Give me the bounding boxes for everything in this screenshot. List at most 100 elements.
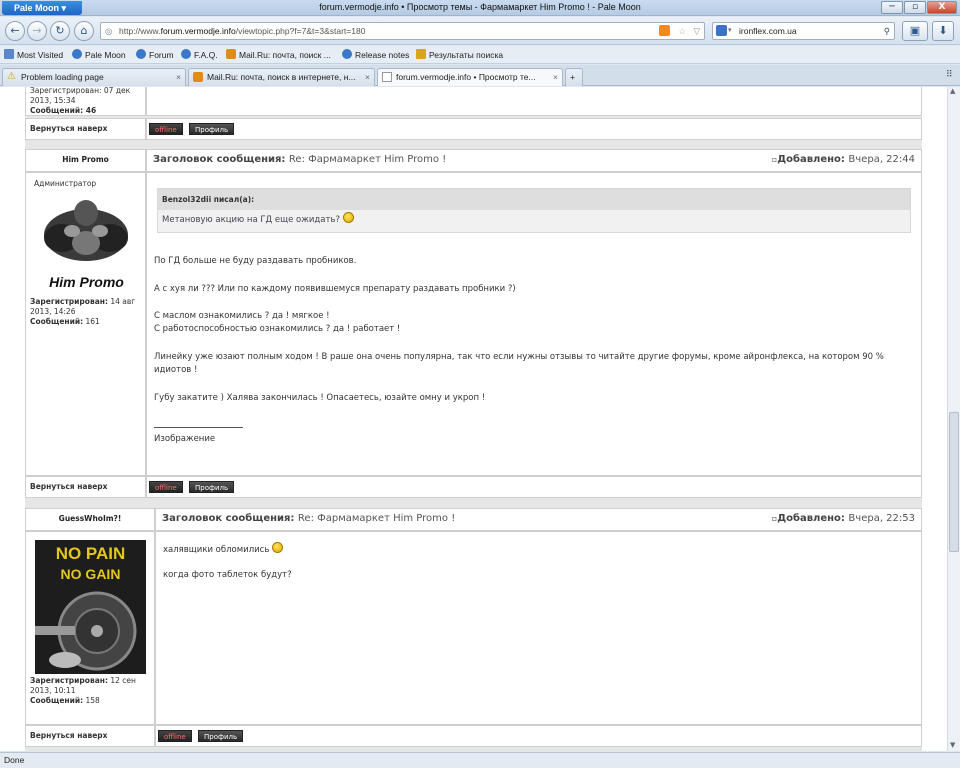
registered-line: Зарегистрирован: 07 дек	[30, 87, 131, 95]
url-rest: /viewtopic.php?f=7&t=3&start=180	[235, 26, 366, 36]
url-input[interactable]: ◎ http://www.forum.vermodje.info/viewtopi…	[100, 22, 705, 40]
weight-plate-image	[35, 591, 137, 671]
bookmark-label: Most Visited	[17, 50, 64, 60]
message-count: 161	[85, 317, 100, 326]
tab-label: Mail.Ru: почта, поиск в интернете, н...	[207, 72, 356, 82]
forum-table: Зарегистрирован: 07 дек 2013, 15:34 Сооб…	[25, 87, 922, 751]
avatar-text-line1: NO PAIN	[55, 544, 126, 563]
avatar	[32, 193, 140, 273]
post-author-name[interactable]: Him Promo	[25, 149, 146, 172]
minimize-button[interactable]: ─	[881, 1, 903, 14]
avatar: NO PAIN NO GAIN	[35, 540, 146, 674]
registered-date-2: 2013, 10:11	[30, 686, 76, 695]
profile-button[interactable]: Профиль	[189, 481, 235, 493]
post-line: А с хуя ли ??? Или по каждому появившему…	[154, 284, 516, 294]
post-body-partial	[146, 87, 922, 116]
bookmark-forum[interactable]: Forum	[136, 46, 174, 64]
subject-text[interactable]: Re: Фармамаркет Him Promo !	[298, 513, 455, 524]
post-line: Линейку уже юзают полным ходом ! В раше …	[154, 352, 884, 362]
author-panel: Администратор Him Promo Зарегистрирован:…	[25, 172, 146, 476]
new-tab-button[interactable]: +	[565, 68, 583, 86]
mailru-icon	[226, 49, 236, 59]
quote-author: Benzol32dii писал(а):	[158, 189, 910, 210]
bookmark-pale-moon[interactable]: Pale Moon	[72, 46, 126, 64]
post-actions: offline Профиль	[146, 118, 922, 140]
bookmark-release-notes[interactable]: Release notes	[342, 46, 409, 64]
subject-text[interactable]: Re: Фармамаркет Him Promo !	[289, 154, 446, 165]
rss-icon[interactable]	[659, 25, 670, 36]
folder-icon	[4, 49, 14, 59]
registered-date-1: 12 сен	[110, 676, 136, 685]
url-host: forum.vermodje.info	[160, 26, 236, 36]
registered-label: Зарегистрирован:	[30, 676, 108, 685]
post-author-name[interactable]: GuessWhoIm?!	[25, 508, 155, 531]
puzzle-icon	[416, 49, 426, 59]
back-to-top-link[interactable]: Вернуться наверх	[25, 476, 146, 498]
search-engine-dropdown-icon[interactable]: ▾	[728, 23, 732, 39]
profile-button[interactable]: Профиль	[198, 730, 244, 742]
messages-label: Сообщений:	[30, 696, 84, 705]
post-line: халявщики обломились	[163, 545, 270, 555]
post-body: Benzol32dii писал(а): Метановую акцию на…	[146, 172, 922, 476]
tab-problem-loading[interactable]: ⚠ Problem loading page ×	[2, 68, 186, 86]
page-icon	[382, 72, 392, 82]
post-line: когда фото таблеток будут?	[163, 570, 292, 580]
bookmark-label: Результаты поиска	[429, 50, 504, 60]
search-engine-icon[interactable]	[716, 25, 727, 36]
tab-close-icon[interactable]: ×	[553, 69, 558, 85]
forward-arrow-icon[interactable]: →	[27, 21, 47, 41]
tab-label: Problem loading page	[21, 72, 104, 82]
search-icon[interactable]: ⚲	[884, 23, 890, 39]
home-icon[interactable]: ⌂	[74, 21, 94, 41]
url-dropdown-icon[interactable]: ▽	[693, 23, 700, 39]
bodybuilder-avatar-image	[44, 200, 128, 261]
window-title: forum.vermodje.info • Просмотр темы - Фа…	[319, 2, 641, 12]
back-to-top-link[interactable]: Вернуться наверх	[25, 118, 146, 140]
post-line: идиотов !	[154, 365, 198, 375]
bookmark-most-visited[interactable]: Most Visited	[4, 46, 63, 64]
post-line-wrap: халявщики обломились	[163, 542, 284, 557]
back-to-top-link[interactable]: Вернуться наверх	[25, 725, 155, 747]
signature-image-link[interactable]: Изображение	[154, 433, 215, 446]
added-time: Вчера, 22:53	[848, 513, 915, 524]
offline-badge: offline	[158, 730, 192, 742]
search-input[interactable]: ▾ ironflex.com.ua ⚲	[712, 22, 895, 40]
reload-icon[interactable]: ↻	[50, 21, 70, 41]
navigation-toolbar: ← → ↻ ⌂ ◎ http://www.forum.vermodje.info/…	[0, 17, 960, 45]
maximize-button[interactable]: ▫	[904, 1, 926, 14]
addons-button[interactable]: ▣	[902, 21, 928, 41]
bookmark-search-results[interactable]: Результаты поиска	[416, 46, 503, 64]
registered-label: Зарегистрирован:	[30, 297, 108, 306]
tab-mailru[interactable]: Mail.Ru: почта, поиск в интернете, н... …	[188, 68, 375, 86]
post-added: ▫Добавлено: Вчера, 22:53	[772, 509, 915, 529]
status-bar: Done	[0, 752, 960, 768]
subject-label: Заголовок сообщения:	[162, 513, 295, 524]
bookmark-faq[interactable]: F.A.Q.	[181, 46, 218, 64]
scroll-up-icon[interactable]: ▲	[950, 87, 955, 95]
tab-close-icon[interactable]: ×	[365, 69, 370, 85]
back-arrow-icon[interactable]: ←	[5, 21, 25, 41]
downloads-icon[interactable]: ⬇	[932, 21, 954, 41]
bookmark-label: Release notes	[355, 50, 410, 60]
bookmark-label: Pale Moon	[85, 50, 126, 60]
page-content: Зарегистрирован: 07 дек 2013, 15:34 Сооб…	[0, 87, 947, 751]
message-count: 158	[85, 696, 100, 705]
profile-button[interactable]: Профиль	[189, 123, 235, 135]
vertical-scrollbar[interactable]: ▲ ▼	[947, 87, 960, 751]
scroll-down-icon[interactable]: ▼	[950, 741, 955, 749]
tab-list-icon[interactable]: ⠿	[946, 70, 953, 80]
tab-label: forum.vermodje.info • Просмотр те...	[396, 72, 536, 82]
tab-forum[interactable]: forum.vermodje.info • Просмотр те... ×	[377, 68, 563, 86]
smiley-icon	[342, 212, 354, 223]
mailru-icon	[193, 72, 203, 82]
post-actions: offline Профиль	[146, 476, 922, 498]
scrollbar-thumb[interactable]	[949, 412, 959, 552]
bookmark-mailru[interactable]: Mail.Ru: почта, поиск ...	[226, 46, 331, 64]
added-label: Добавлено:	[777, 154, 845, 165]
avatar-text-line2: NO GAIN	[60, 566, 121, 582]
laughing-smiley-icon	[272, 542, 284, 553]
close-button[interactable]: X	[927, 1, 957, 14]
tab-close-icon[interactable]: ×	[176, 69, 181, 85]
star-icon[interactable]: ☆	[678, 23, 686, 39]
moon-icon	[72, 49, 82, 59]
